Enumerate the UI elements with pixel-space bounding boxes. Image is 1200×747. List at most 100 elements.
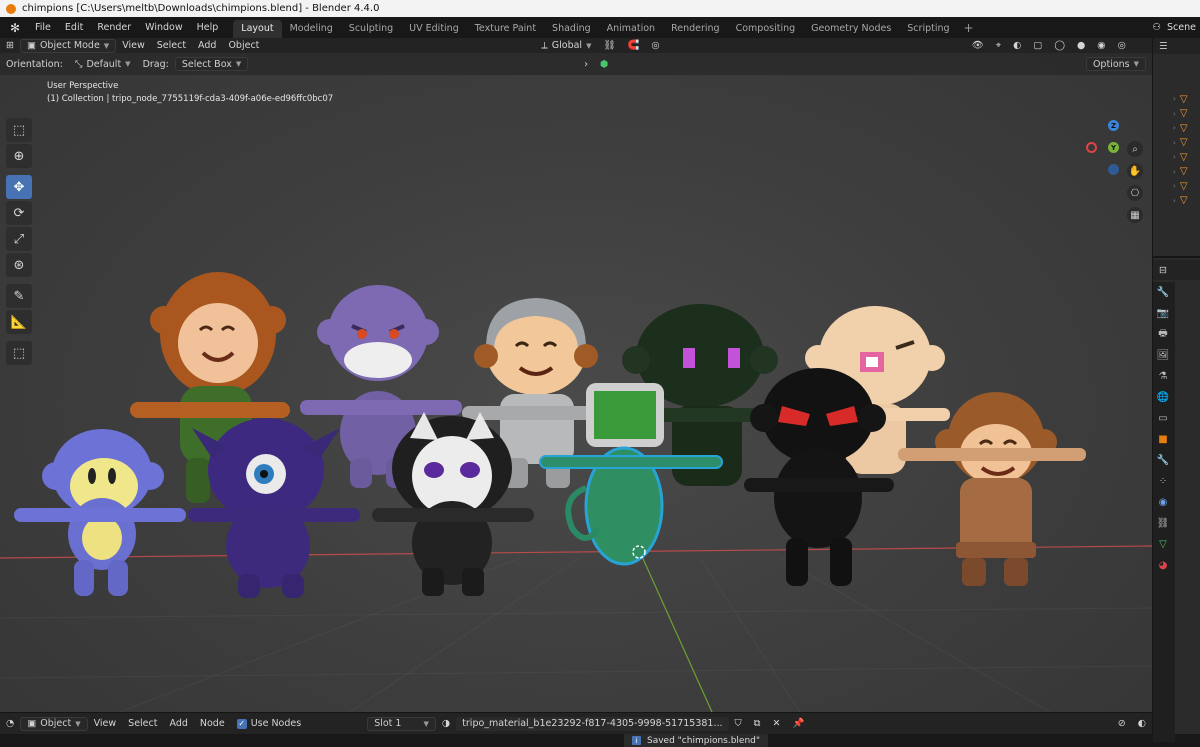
- annotate-tool[interactable]: ✎: [6, 284, 32, 308]
- node-snap-icon[interactable]: ⊘: [1112, 717, 1132, 730]
- material-name[interactable]: tripo_material_b1e23292-f817-4305-9998-5…: [456, 716, 729, 731]
- measure-tool[interactable]: 📐: [6, 310, 32, 334]
- duplicate-material-icon[interactable]: ⧉: [748, 717, 767, 730]
- options-dropdown[interactable]: Options ▼: [1085, 57, 1146, 71]
- shading-solid-icon[interactable]: ●: [1071, 39, 1091, 52]
- outliner[interactable]: ☰ › ▽ › ▽ › ▽ › ▽ › ▽ › ▽ › ▽ › ▽: [1153, 38, 1200, 258]
- zoom-icon[interactable]: ⌕: [1127, 141, 1143, 157]
- material-tab-icon[interactable]: ◕: [1153, 555, 1173, 575]
- fake-user-shield-icon[interactable]: ⛉: [729, 717, 748, 730]
- outliner-row[interactable]: › ▽: [1153, 150, 1200, 165]
- overlay-toggle-icon[interactable]: ◐: [1007, 39, 1027, 52]
- gizmo-z[interactable]: Z: [1108, 120, 1119, 131]
- outliner-editor-icon[interactable]: ☰: [1159, 41, 1168, 52]
- mode-dropdown[interactable]: ▣ Object Mode ▼: [19, 38, 117, 53]
- scene-selector[interactable]: ⚇ Scene: [1153, 17, 1200, 38]
- tool-tab-icon[interactable]: 🔧: [1153, 282, 1173, 302]
- transform-orientation-dropdown[interactable]: ⟂ Global ▼: [535, 39, 597, 52]
- collection-tab-icon[interactable]: ▭: [1153, 408, 1173, 428]
- scene-tab-icon[interactable]: ⚗: [1153, 366, 1173, 386]
- physics-tab-icon[interactable]: ◉: [1153, 492, 1173, 512]
- view-layer-tab-icon[interactable]: 🖼: [1153, 345, 1173, 365]
- select-box-tool[interactable]: ⬚: [6, 118, 32, 142]
- shading-wireframe-icon[interactable]: ◯: [1048, 39, 1071, 52]
- transform-tool[interactable]: ⊛: [6, 253, 32, 277]
- tab-geometry-nodes[interactable]: Geometry Nodes: [803, 20, 899, 38]
- gizmo-toggle-icon[interactable]: ⌖: [990, 39, 1007, 52]
- node-menu-select[interactable]: Select: [122, 717, 163, 730]
- render-tab-icon[interactable]: 📷: [1153, 303, 1173, 323]
- viewport-menu-view[interactable]: View: [116, 39, 151, 52]
- shader-type-dropdown[interactable]: ▣ Object ▼: [20, 716, 88, 731]
- cursor-tool[interactable]: ⊕: [6, 144, 32, 168]
- perspective-toggle-icon[interactable]: ▦: [1127, 207, 1143, 223]
- tab-texture-paint[interactable]: Texture Paint: [467, 20, 544, 38]
- properties-editor[interactable]: ⊟ 🔧 📷 🖶 🖼 ⚗ 🌐 ▭ ■ 🔧 ⁘ ◉ ⛓ ▽ ◕: [1153, 260, 1200, 742]
- move-tool[interactable]: ✥: [6, 175, 32, 199]
- orientation-dropdown[interactable]: ⤡ Default ▼: [69, 57, 137, 71]
- menu-render[interactable]: Render: [90, 22, 138, 33]
- gizmo-neg-x[interactable]: [1086, 142, 1097, 153]
- node-overlay-icon[interactable]: ◐: [1132, 717, 1152, 730]
- object-tab-icon[interactable]: ■: [1153, 429, 1173, 449]
- add-cube-tool[interactable]: ⬚: [6, 341, 32, 365]
- tab-rendering[interactable]: Rendering: [663, 20, 728, 38]
- snap-icon[interactable]: 🧲: [622, 39, 646, 52]
- blender-menu-icon[interactable]: ✻: [8, 21, 22, 35]
- node-menu-view[interactable]: View: [88, 717, 123, 730]
- modifier-tab-icon[interactable]: 🔧: [1153, 450, 1173, 470]
- 3d-viewport[interactable]: ⊞ ▣ Object Mode ▼ View Select Add Object…: [0, 38, 1152, 712]
- outliner-row[interactable]: › ▽: [1153, 107, 1200, 122]
- viewport-menu-select[interactable]: Select: [151, 39, 192, 52]
- add-workspace-button[interactable]: +: [958, 18, 980, 38]
- shading-material-icon[interactable]: ◉: [1091, 39, 1111, 52]
- outliner-row[interactable]: › ▽: [1153, 136, 1200, 151]
- proportional-edit-icon[interactable]: ◎: [645, 39, 665, 52]
- rotate-tool[interactable]: ⟳: [6, 201, 32, 225]
- scale-tool[interactable]: ⤢: [6, 227, 32, 251]
- tab-animation[interactable]: Animation: [599, 20, 663, 38]
- node-menu-node[interactable]: Node: [194, 717, 231, 730]
- use-nodes-toggle[interactable]: ✓ Use Nodes: [231, 717, 308, 730]
- menu-window[interactable]: Window: [138, 22, 189, 33]
- tab-layout[interactable]: Layout: [233, 20, 282, 38]
- pan-hand-icon[interactable]: ✋: [1127, 163, 1143, 179]
- xray-icon[interactable]: ▢: [1027, 39, 1048, 52]
- visibility-icon[interactable]: 👁: [966, 39, 990, 52]
- expand-arrow-icon[interactable]: ›: [578, 58, 594, 71]
- material-browse-icon[interactable]: ◑: [436, 717, 456, 730]
- data-tab-icon[interactable]: ▽: [1153, 534, 1173, 554]
- menu-edit[interactable]: Edit: [58, 22, 90, 33]
- viewport-menu-add[interactable]: Add: [192, 39, 222, 52]
- constraints-tab-icon[interactable]: ⛓: [1153, 513, 1173, 533]
- editor-type-icon[interactable]: ⊞: [0, 39, 20, 52]
- outliner-row[interactable]: › ▽: [1153, 194, 1200, 209]
- unlink-material-close-icon[interactable]: ✕: [766, 717, 786, 730]
- outliner-row[interactable]: › ▽: [1153, 179, 1200, 194]
- output-tab-icon[interactable]: 🖶: [1153, 324, 1173, 344]
- outliner-row[interactable]: › ▽: [1153, 165, 1200, 180]
- outliner-row[interactable]: › ▽: [1153, 92, 1200, 107]
- editor-type-icon[interactable]: ◔: [0, 717, 20, 730]
- viewport-menu-object[interactable]: Object: [222, 39, 265, 52]
- outliner-row[interactable]: › ▽: [1153, 121, 1200, 136]
- menu-help[interactable]: Help: [190, 22, 226, 33]
- addon-cube-icon[interactable]: ⬢: [594, 58, 614, 71]
- node-menu-add[interactable]: Add: [163, 717, 193, 730]
- pivot-icon[interactable]: ⛓: [597, 39, 621, 52]
- camera-view-icon[interactable]: ⎔: [1127, 185, 1143, 201]
- shading-rendered-icon[interactable]: ◎: [1112, 39, 1132, 52]
- gizmo-y[interactable]: Y: [1108, 142, 1119, 153]
- tab-compositing[interactable]: Compositing: [728, 20, 804, 38]
- tab-shading[interactable]: Shading: [544, 20, 599, 38]
- gizmo-neg-z[interactable]: [1108, 164, 1119, 175]
- pin-icon[interactable]: 📌: [786, 717, 810, 730]
- tab-uv-editing[interactable]: UV Editing: [401, 20, 467, 38]
- tab-scripting[interactable]: Scripting: [899, 20, 957, 38]
- slot-dropdown[interactable]: Slot 1 ▼: [367, 716, 436, 731]
- menu-file[interactable]: File: [28, 22, 58, 33]
- tab-modeling[interactable]: Modeling: [282, 20, 341, 38]
- drag-dropdown[interactable]: Select Box ▼: [174, 57, 249, 71]
- particles-tab-icon[interactable]: ⁘: [1153, 471, 1173, 491]
- properties-editor-icon[interactable]: ⊟: [1159, 265, 1167, 276]
